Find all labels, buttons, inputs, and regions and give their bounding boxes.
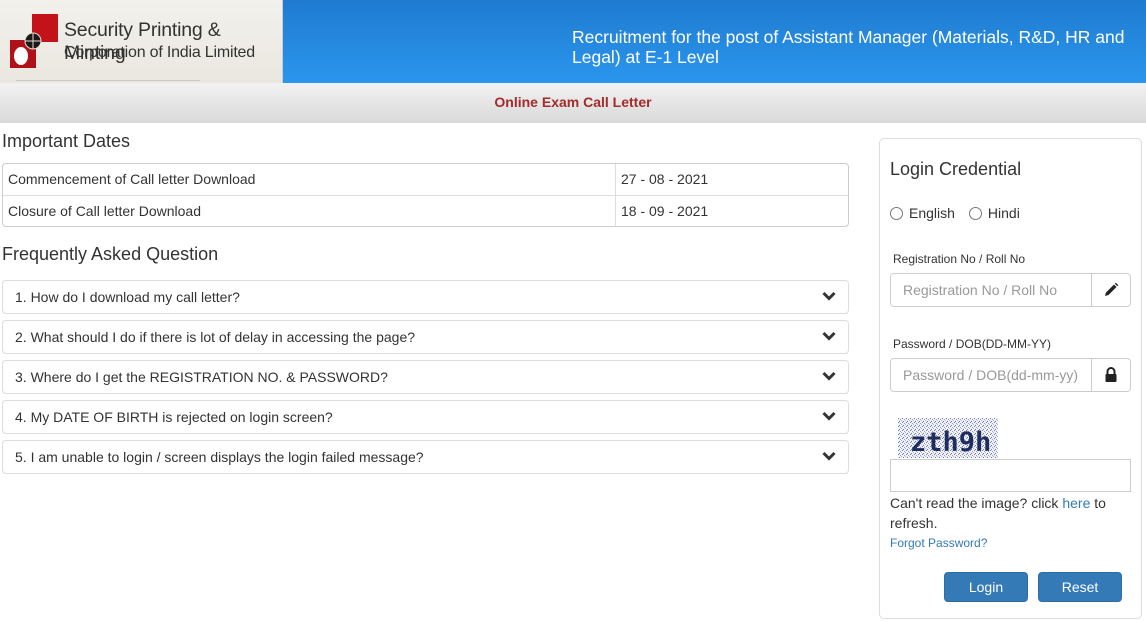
captcha-text: zth9h xyxy=(910,427,991,458)
captcha-input[interactable] xyxy=(890,459,1131,492)
pencil-icon xyxy=(1091,274,1130,306)
password-label: Password / DOB(DD-MM-YY) xyxy=(893,337,1052,351)
faq-item-2[interactable]: 2. What should I do if there is lot of d… xyxy=(2,320,849,354)
lock-icon xyxy=(1091,359,1130,391)
registration-input-group xyxy=(890,273,1131,307)
faq-question: 1. How do I download my call letter? xyxy=(15,289,240,305)
date-value: 27 - 08 - 2021 xyxy=(621,171,709,187)
logo-text-line2: Corporation of India Limited xyxy=(64,44,255,61)
chevron-down-icon xyxy=(822,451,836,461)
faq-heading: Frequently Asked Question xyxy=(2,244,219,264)
reset-button[interactable]: Reset xyxy=(1038,572,1122,602)
date-label: Closure of Call letter Download xyxy=(3,196,616,226)
header-banner: Security Printing & Minting Corporation … xyxy=(0,0,1146,83)
login-panel: Login Credential English Hindi Registrat… xyxy=(879,138,1142,619)
password-input[interactable] xyxy=(891,359,1091,391)
faq-question: 4. My DATE OF BIRTH is rejected on login… xyxy=(15,409,333,425)
date-label: Commencement of Call letter Download xyxy=(3,164,616,195)
captcha-refresh-link[interactable]: here xyxy=(1062,495,1090,511)
radio-hindi-label[interactable]: Hindi xyxy=(988,205,1020,221)
subheader-title: Online Exam Call Letter xyxy=(494,94,652,110)
faq-list: 1. How do I download my call letter? 2. … xyxy=(2,280,849,480)
radio-english[interactable] xyxy=(890,206,903,220)
language-selector: English Hindi xyxy=(890,205,1034,221)
faq-item-1[interactable]: 1. How do I download my call letter? xyxy=(2,280,849,314)
password-input-group xyxy=(890,358,1131,392)
captcha-refresh-text: Can't read the image? click here to refr… xyxy=(890,493,1130,533)
subheader-bar: Online Exam Call Letter xyxy=(0,83,1146,123)
chevron-down-icon xyxy=(822,411,836,421)
radio-english-label[interactable]: English xyxy=(909,205,955,221)
page-title: Recruitment for the post of Assistant Ma… xyxy=(572,27,1125,67)
chevron-down-icon xyxy=(822,371,836,381)
logo[interactable]: Security Printing & Minting Corporation … xyxy=(0,0,283,83)
faq-question: 2. What should I do if there is lot of d… xyxy=(15,329,416,345)
important-dates-heading: Important Dates xyxy=(2,131,131,151)
registration-label: Registration No / Roll No xyxy=(893,252,1026,266)
faq-question: 3. Where do I get the REGISTRATION NO. &… xyxy=(15,369,388,385)
table-row: Commencement of Call letter Download 27 … xyxy=(3,164,848,195)
date-value: 18 - 09 - 2021 xyxy=(621,203,709,219)
logo-divider xyxy=(16,80,200,81)
forgot-password-link[interactable]: Forgot Password? xyxy=(890,536,987,550)
radio-hindi[interactable] xyxy=(968,206,982,220)
faq-question: 5. I am unable to login / screen display… xyxy=(15,449,424,465)
chevron-down-icon xyxy=(822,331,836,341)
chevron-down-icon xyxy=(822,291,836,301)
important-dates-table: Commencement of Call letter Download 27 … xyxy=(2,163,849,227)
faq-item-3[interactable]: 3. Where do I get the REGISTRATION NO. &… xyxy=(2,360,849,394)
faq-item-5[interactable]: 5. I am unable to login / screen display… xyxy=(2,440,849,474)
login-title: Login Credential xyxy=(890,159,1022,179)
faq-item-4[interactable]: 4. My DATE OF BIRTH is rejected on login… xyxy=(2,400,849,434)
captcha-image: zth9h xyxy=(898,418,998,458)
spmcil-logo-icon xyxy=(10,14,58,68)
refresh-prefix: Can't read the image? click xyxy=(890,495,1063,511)
login-button[interactable]: Login xyxy=(944,572,1028,602)
registration-input[interactable] xyxy=(891,274,1091,306)
table-row: Closure of Call letter Download 18 - 09 … xyxy=(3,195,848,226)
